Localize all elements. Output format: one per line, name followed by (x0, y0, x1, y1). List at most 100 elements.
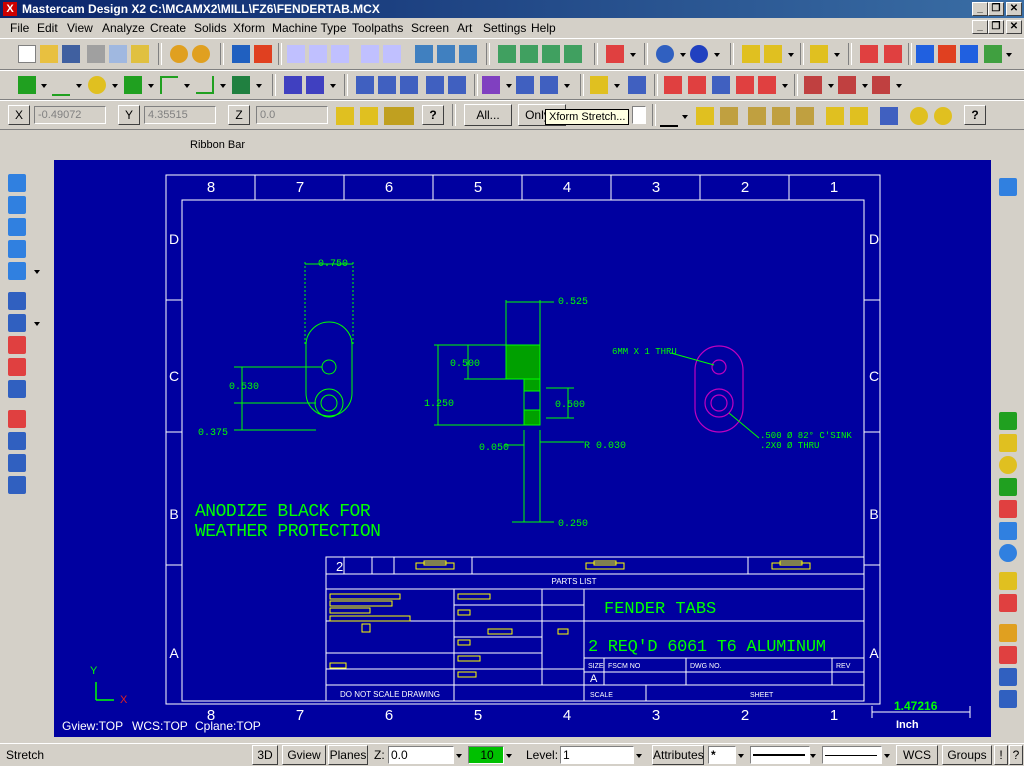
chevron-down-icon[interactable] (884, 754, 890, 758)
drag-icon[interactable] (590, 76, 608, 94)
selection-help-icon[interactable]: ? (964, 105, 986, 125)
chain-icon[interactable] (736, 76, 754, 94)
level-field[interactable]: 1 (560, 746, 634, 764)
lines-icon[interactable] (688, 76, 706, 94)
menu-toolpaths[interactable]: Toolpaths (352, 21, 403, 35)
menu-edit[interactable]: Edit (37, 21, 58, 35)
menu-settings[interactable]: Settings (483, 21, 526, 35)
menu-help[interactable]: Help (531, 21, 556, 35)
point-icon[interactable] (18, 76, 36, 94)
doc-restore-button[interactable]: ❐ (988, 20, 1004, 34)
scale-icon[interactable] (426, 76, 444, 94)
xform-shape-icon[interactable] (8, 262, 26, 280)
create-rect-icon[interactable] (999, 500, 1017, 518)
chamfer-icon[interactable] (196, 76, 214, 94)
xform-arc-icon[interactable] (8, 218, 26, 236)
toggle-3d-button[interactable]: 3D (252, 745, 278, 765)
menu-create[interactable]: Create (150, 21, 186, 35)
close-button[interactable]: ✕ (1006, 2, 1022, 16)
shaded-icon[interactable] (542, 45, 560, 63)
print-icon[interactable] (87, 45, 105, 63)
menu-view[interactable]: View (67, 21, 93, 35)
menu-file[interactable]: File (10, 21, 29, 35)
panel-toggle-icon[interactable] (999, 178, 1017, 196)
select-polygon-icon[interactable] (748, 107, 766, 125)
chevron-down-icon[interactable] (506, 754, 512, 758)
chevron-down-icon[interactable] (636, 754, 642, 758)
toolpath-icon-2[interactable] (999, 646, 1017, 664)
chevron-down-icon[interactable] (34, 270, 40, 274)
sigma-icon[interactable] (960, 45, 978, 63)
circle-icon[interactable] (88, 76, 106, 94)
chevron-down-icon[interactable] (184, 84, 190, 88)
select-chain-icon[interactable] (826, 107, 844, 125)
select-vector-icon[interactable] (772, 107, 790, 125)
chevron-down-icon[interactable] (630, 53, 636, 57)
color-field[interactable]: 10 (468, 746, 504, 764)
chevron-down-icon[interactable] (810, 754, 816, 758)
end-selection-icon[interactable] (934, 107, 952, 125)
chevron-down-icon[interactable] (782, 84, 788, 88)
chevron-down-icon[interactable] (506, 84, 512, 88)
select-area-icon[interactable] (796, 107, 814, 125)
zoom-target-icon[interactable] (361, 45, 379, 63)
array-icon[interactable] (516, 76, 534, 94)
mill-icon[interactable] (804, 76, 822, 94)
y-coordinate-field[interactable]: 4.35515 (144, 106, 216, 124)
chevron-down-icon[interactable] (112, 84, 118, 88)
surface-icon[interactable] (232, 76, 250, 94)
chevron-down-icon[interactable] (828, 84, 834, 88)
point-style-field[interactable]: * (708, 746, 736, 764)
wireframe-icon[interactable] (498, 45, 516, 63)
mirror-xform-icon[interactable] (378, 76, 396, 94)
solids-shell-icon[interactable] (8, 380, 26, 398)
drill-toolpath-icon[interactable] (8, 454, 26, 472)
menu-screen[interactable]: Screen (411, 21, 449, 35)
fillet-icon[interactable] (160, 76, 178, 94)
selection-line-icon[interactable] (660, 107, 678, 127)
create-globe-icon[interactable] (999, 544, 1017, 562)
pocket-toolpath-icon[interactable] (8, 432, 26, 450)
solids-fillet-icon[interactable] (8, 358, 26, 376)
menu-xform[interactable]: Xform (233, 21, 265, 35)
help-button[interactable]: ? (1009, 745, 1023, 765)
new-file-icon[interactable] (18, 45, 36, 63)
hidden-line-icon[interactable] (520, 45, 538, 63)
solid-icon[interactable] (758, 76, 776, 94)
offset-icon[interactable] (448, 76, 466, 94)
mask-button[interactable]: ! (994, 745, 1008, 765)
chevron-down-icon[interactable] (148, 84, 154, 88)
plugin-icon[interactable] (984, 45, 1002, 63)
minimize-button[interactable]: _ (972, 2, 988, 16)
xform-icon-1[interactable] (999, 572, 1017, 590)
gview-button[interactable]: Gview (282, 745, 326, 765)
xform-down-icon[interactable] (8, 240, 26, 258)
view-side-icon[interactable] (459, 45, 477, 63)
measure-icon[interactable] (810, 45, 828, 63)
sphere-icon[interactable] (690, 45, 708, 63)
doc-close-button[interactable]: ✕ (1006, 20, 1022, 34)
autocursor-icon[interactable] (360, 107, 378, 125)
verify-icon[interactable] (880, 107, 898, 125)
view-icon[interactable] (415, 45, 433, 63)
chevron-down-icon[interactable] (76, 84, 82, 88)
repaint-icon[interactable] (254, 45, 272, 63)
create-arc-icon[interactable] (999, 478, 1017, 496)
mastercam-icon[interactable] (938, 45, 956, 63)
menu-art[interactable]: Art (457, 21, 472, 35)
solids-icon[interactable] (8, 292, 26, 310)
stretch-icon[interactable] (540, 76, 558, 94)
attributes-button[interactable]: Attributes (652, 745, 704, 765)
zoom-window-icon[interactable] (309, 45, 327, 63)
chevron-down-icon[interactable] (1006, 53, 1012, 57)
ruler-icon[interactable] (764, 45, 782, 63)
toolpath-icon-3[interactable] (999, 668, 1017, 686)
chevron-down-icon[interactable] (330, 84, 336, 88)
groups-button[interactable]: Groups (942, 745, 992, 765)
chevron-down-icon[interactable] (34, 322, 40, 326)
help-icon[interactable]: ? (422, 105, 444, 125)
undo-icon[interactable] (170, 45, 188, 63)
translate-icon[interactable] (356, 76, 374, 94)
xform-translate-icon[interactable] (8, 174, 26, 192)
chevron-down-icon[interactable] (614, 84, 620, 88)
